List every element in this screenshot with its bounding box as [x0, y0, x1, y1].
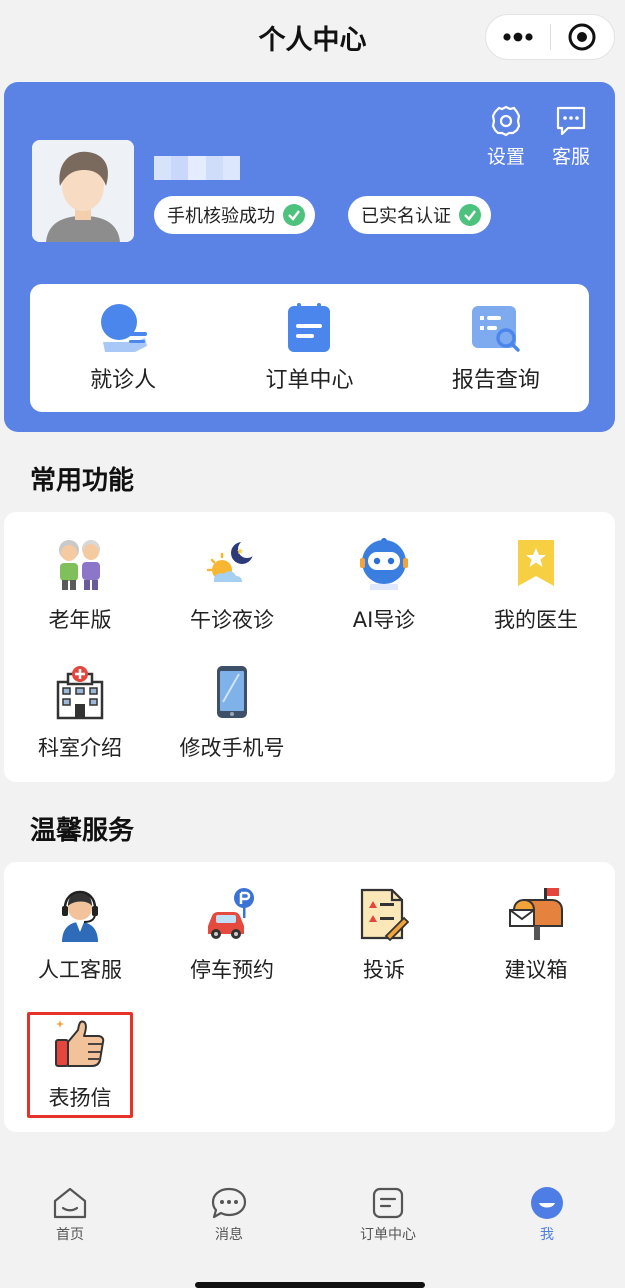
- close-button[interactable]: [551, 15, 615, 59]
- customer-service-button[interactable]: 客服: [548, 104, 594, 169]
- tab-home[interactable]: 首页: [10, 1186, 130, 1244]
- noon-night-clinic-item[interactable]: 午诊夜诊: [156, 534, 308, 654]
- tab-messages[interactable]: 消息: [169, 1186, 289, 1244]
- complaint-item[interactable]: 投诉: [308, 884, 460, 1004]
- more-button[interactable]: [486, 15, 550, 59]
- phone-verified-badge: 手机核验成功: [154, 196, 315, 234]
- gear-icon: [491, 105, 521, 137]
- report-query-label: 报告查询: [451, 368, 540, 393]
- profile-card: 手机核验成功 已实名认证 设置 客服 就诊人 订单中心 报告查询: [4, 82, 615, 432]
- ai-guide-label: AI导诊: [352, 608, 416, 632]
- my-doctor-item[interactable]: 我的医生: [460, 534, 612, 654]
- tab-bar: 首页 消息 订单中心 我: [0, 1168, 625, 1288]
- tab-me[interactable]: 我: [487, 1186, 607, 1244]
- avatar[interactable]: [32, 140, 134, 242]
- warm-services-title: 温馨服务: [30, 816, 135, 846]
- car-parking-icon: [208, 888, 254, 939]
- human-service-item[interactable]: 人工客服: [4, 884, 156, 1004]
- tab-label: 我: [540, 1227, 554, 1243]
- parking-booking-item[interactable]: 停车预约: [156, 884, 308, 1004]
- report-query-button[interactable]: 报告查询: [403, 284, 589, 412]
- human-service-label: 人工客服: [38, 958, 122, 982]
- mini-program-capsule: [485, 14, 615, 60]
- check-icon: [283, 204, 305, 226]
- complaint-label: 投诉: [363, 958, 405, 982]
- patients-label: 就诊人: [90, 368, 157, 393]
- settings-button[interactable]: 设置: [483, 104, 529, 169]
- change-phone-label: 修改手机号: [179, 736, 285, 760]
- sun-moon-icon: [206, 540, 256, 582]
- ai-guide-item[interactable]: AI导诊: [308, 534, 460, 654]
- tab-label: 消息: [215, 1227, 243, 1243]
- suggestion-box-item[interactable]: 建议箱: [460, 884, 612, 1004]
- nav-bar: 个人中心: [0, 0, 625, 76]
- suggestion-box-label: 建议箱: [504, 958, 568, 982]
- patients-button[interactable]: 就诊人: [30, 284, 216, 412]
- change-phone-item[interactable]: 修改手机号: [156, 662, 308, 782]
- my-doctor-label: 我的医生: [494, 608, 578, 632]
- order-icon: [372, 1187, 404, 1219]
- user-smile-icon: [531, 1187, 563, 1219]
- settings-label: 设置: [486, 146, 525, 168]
- elderly-mode-item[interactable]: 老年版: [4, 534, 156, 654]
- badge-label: 已实名认证: [361, 206, 451, 227]
- real-name-badge: 已实名认证: [348, 196, 491, 234]
- person-icon: [101, 304, 148, 352]
- robot-icon: [360, 538, 408, 590]
- report-search-icon: [471, 306, 520, 352]
- bookmark-star-icon: [518, 540, 554, 586]
- common-functions-panel: 老年版 午诊夜诊 AI导诊 我的医生 科室介绍 修改手机号: [4, 512, 615, 782]
- mailbox-icon: [509, 888, 563, 940]
- user-name-masked: [154, 156, 241, 180]
- quick-actions: 就诊人 订单中心 报告查询: [30, 284, 589, 412]
- more-icon: [503, 32, 533, 42]
- chat-icon: [556, 106, 586, 136]
- tab-order-center[interactable]: 订单中心: [328, 1186, 448, 1244]
- department-intro-item[interactable]: 科室介绍: [4, 662, 156, 782]
- message-icon: [211, 1187, 247, 1219]
- headset-agent-icon: [62, 890, 98, 942]
- elderly-mode-label: 老年版: [48, 608, 112, 632]
- clipboard-icon: [288, 303, 331, 352]
- tab-label: 订单中心: [360, 1227, 416, 1243]
- home-icon: [53, 1187, 87, 1219]
- complaint-document-icon: [360, 888, 410, 942]
- parking-booking-label: 停车预约: [190, 958, 274, 982]
- elderly-couple-icon: [59, 540, 100, 590]
- target-icon: [568, 23, 596, 51]
- user-avatar-icon: [32, 140, 134, 242]
- hospital-icon: [56, 666, 104, 720]
- noon-night-clinic-label: 午诊夜诊: [190, 608, 274, 632]
- department-intro-label: 科室介绍: [38, 736, 122, 760]
- check-icon: [459, 204, 481, 226]
- order-center-button[interactable]: 订单中心: [216, 284, 402, 412]
- phone-icon: [217, 666, 247, 718]
- badge-label: 手机核验成功: [167, 206, 275, 227]
- common-functions-title: 常用功能: [30, 466, 135, 496]
- tab-label: 首页: [56, 1227, 84, 1243]
- order-center-label: 订单中心: [265, 368, 354, 393]
- highlight-box: [27, 1012, 133, 1118]
- home-indicator: [195, 1282, 425, 1288]
- service-label: 客服: [551, 146, 590, 168]
